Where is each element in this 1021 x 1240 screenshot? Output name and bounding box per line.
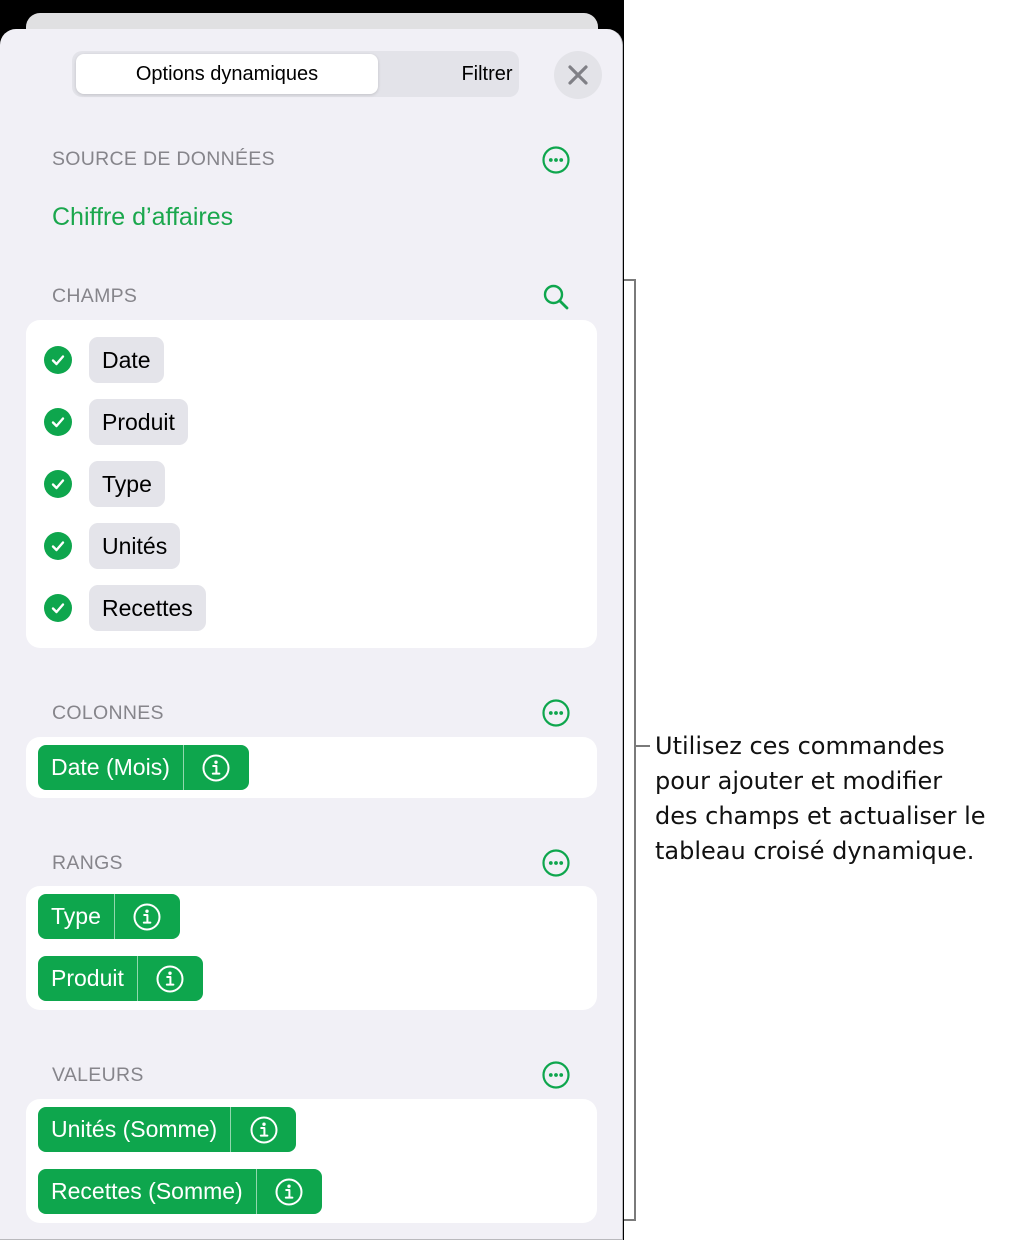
more-icon — [542, 699, 570, 727]
rows-list: Type Produit — [26, 886, 597, 1010]
field-checkbox[interactable] — [44, 346, 72, 374]
value-pill-label[interactable]: Unités (Somme) — [38, 1107, 232, 1152]
field-item: Date — [44, 337, 164, 383]
row-pill-label[interactable]: Type — [38, 894, 115, 939]
callout-text: Utilisez ces commandes pour ajouter et m… — [655, 729, 1021, 869]
close-button[interactable] — [554, 51, 602, 99]
values-list: Unités (Somme) Recettes (Somme) — [26, 1099, 597, 1223]
columns-more-button[interactable] — [541, 698, 571, 728]
more-icon — [542, 146, 570, 174]
row-pill-label[interactable]: Produit — [38, 956, 138, 1001]
tab-segmented-control: Options dynamiques Filtrer — [72, 51, 519, 97]
row-pill: Type — [38, 894, 180, 939]
field-item: Type — [44, 461, 165, 507]
more-icon — [542, 1061, 570, 1089]
fields-list: Date Produit Type Unités Recettes — [26, 320, 597, 648]
field-checkbox[interactable] — [44, 470, 72, 498]
close-icon — [568, 65, 588, 85]
column-pill-label[interactable]: Date (Mois) — [38, 745, 184, 790]
info-icon — [156, 965, 184, 992]
column-pill: Date (Mois) — [38, 745, 249, 790]
row-info-button[interactable] — [138, 956, 203, 1001]
fields-search-button[interactable] — [541, 282, 571, 312]
info-icon — [202, 754, 230, 781]
info-icon — [250, 1116, 278, 1143]
value-pill: Unités (Somme) — [38, 1107, 297, 1152]
source-more-button[interactable] — [541, 145, 571, 175]
column-info-button[interactable] — [184, 745, 249, 790]
columns-list: Date (Mois) — [26, 737, 597, 798]
section-label-rows: RANGS — [52, 852, 123, 874]
value-info-button[interactable] — [257, 1169, 322, 1214]
callout-line: pour ajouter et modifier — [655, 767, 943, 795]
field-chip[interactable]: Recettes — [89, 585, 206, 631]
field-checkbox[interactable] — [44, 408, 72, 436]
rows-more-button[interactable] — [541, 848, 571, 878]
section-label-fields: CHAMPS — [52, 285, 138, 307]
info-icon — [133, 903, 161, 930]
field-checkbox[interactable] — [44, 594, 72, 622]
field-checkbox[interactable] — [44, 532, 72, 560]
values-more-button[interactable] — [541, 1060, 571, 1090]
checkmark-icon — [51, 603, 65, 614]
section-label-columns: COLONNES — [52, 702, 164, 724]
info-icon — [275, 1178, 303, 1205]
section-label-values: VALEURS — [52, 1064, 144, 1086]
data-source-name[interactable]: Chiffre d’affaires — [52, 203, 233, 232]
field-chip[interactable]: Produit — [89, 399, 188, 445]
section-label-source: SOURCE DE DONNÉES — [52, 148, 275, 170]
field-item: Recettes — [44, 585, 206, 631]
checkmark-icon — [51, 541, 65, 552]
field-chip[interactable]: Type — [89, 461, 165, 507]
tab-options-dynamiques[interactable]: Options dynamiques — [76, 54, 378, 94]
row-pill: Produit — [38, 956, 203, 1001]
callout-bracket — [624, 279, 636, 1221]
value-pill-label[interactable]: Recettes (Somme) — [38, 1169, 257, 1214]
callout-leader-line — [636, 745, 650, 747]
value-info-button[interactable] — [231, 1107, 296, 1152]
checkmark-icon — [51, 417, 65, 428]
checkmark-icon — [51, 355, 65, 366]
search-icon — [543, 284, 569, 310]
callout-line: des champs et actualiser le — [655, 802, 986, 830]
callout-line: Utilisez ces commandes — [655, 732, 945, 760]
field-chip[interactable]: Unités — [89, 523, 181, 569]
row-info-button[interactable] — [115, 894, 180, 939]
field-chip[interactable]: Date — [89, 337, 164, 383]
callout-line: tableau croisé dynamique. — [655, 837, 975, 865]
checkmark-icon — [51, 479, 65, 490]
value-pill: Recettes (Somme) — [38, 1169, 322, 1214]
field-item: Produit — [44, 399, 188, 445]
more-icon — [542, 849, 570, 877]
field-item: Unités — [44, 523, 181, 569]
